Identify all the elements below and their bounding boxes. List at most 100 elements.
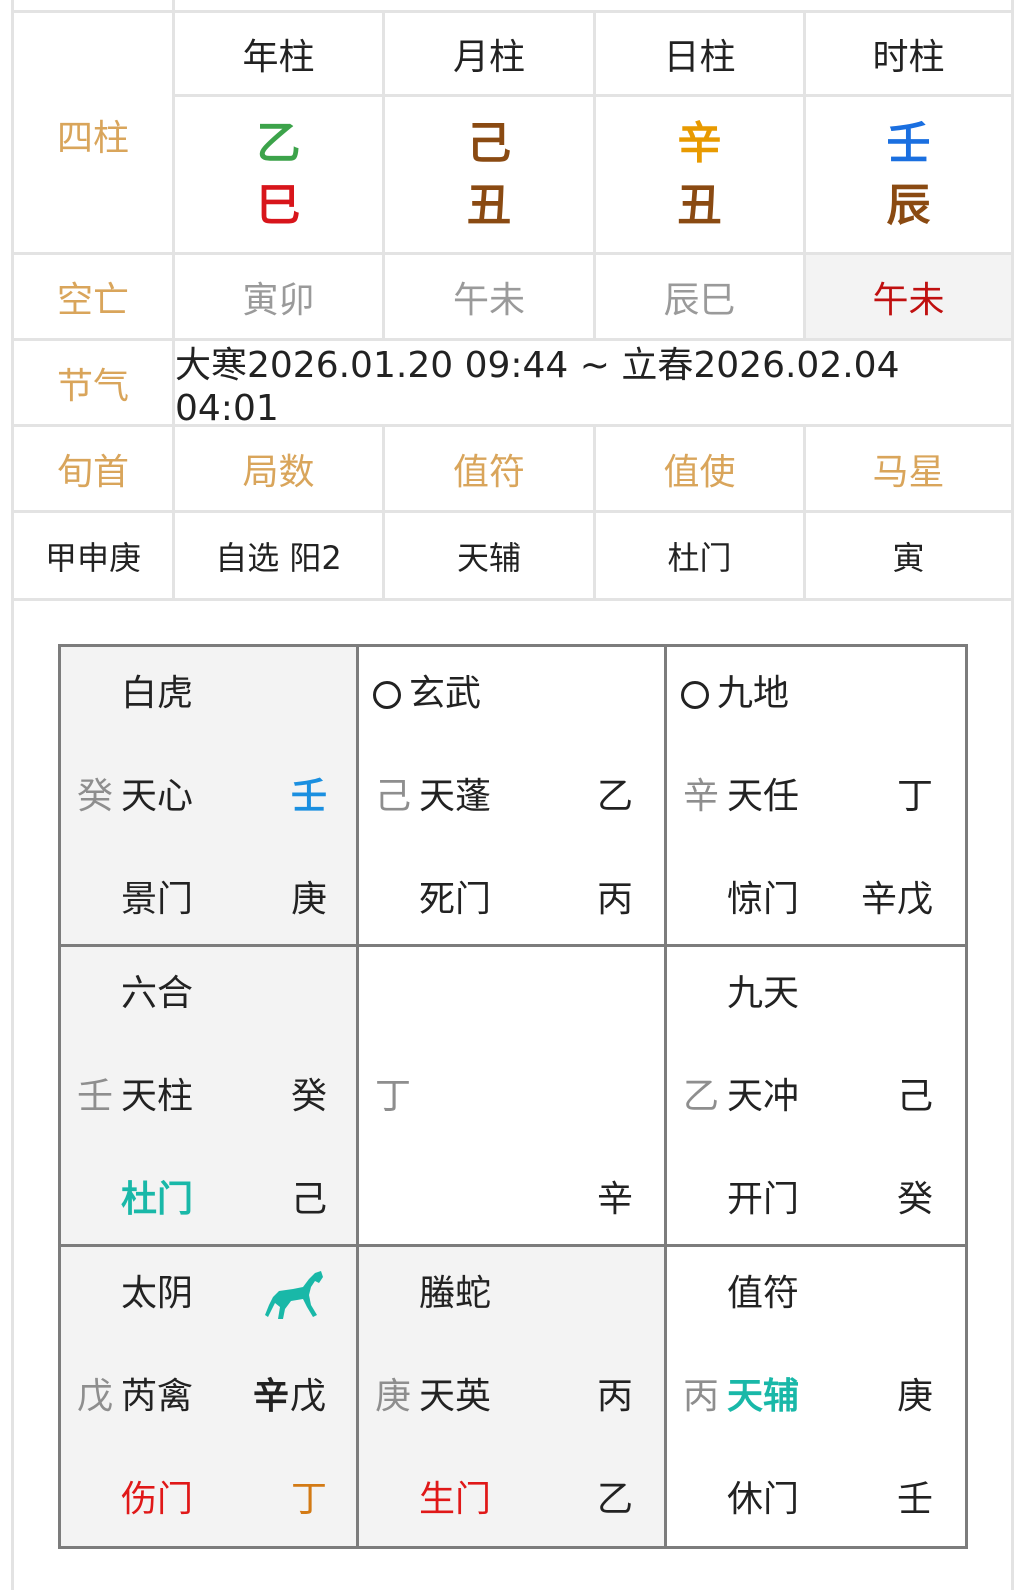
door-stem: 己 bbox=[291, 1179, 328, 1220]
pillar-stem: 乙 bbox=[256, 117, 301, 169]
star-stem-a: 辛 bbox=[253, 1376, 290, 1417]
star-label: 天辅 bbox=[727, 1376, 800, 1417]
star-label: 天任 bbox=[727, 776, 800, 817]
zhifu-label: 值符 bbox=[385, 427, 596, 510]
god-label-wrap: 九地 bbox=[681, 674, 789, 714]
header-hour: 时柱 bbox=[872, 36, 945, 78]
header-day: 日柱 bbox=[596, 13, 806, 94]
star-stem: 丙 bbox=[597, 1376, 634, 1417]
pillar-branch: 丑 bbox=[677, 179, 722, 231]
pillar-stem: 辛 bbox=[677, 117, 722, 169]
god-label: 值符 bbox=[727, 1273, 800, 1314]
star-stem: 癸 bbox=[291, 1076, 328, 1117]
xunshou-value: 甲申庚 bbox=[14, 513, 175, 598]
header-month: 月柱 bbox=[385, 13, 596, 94]
earth-stem: 壬 bbox=[77, 1076, 114, 1117]
star-stem: 己 bbox=[897, 1076, 934, 1117]
palace-nw: 白虎 癸 天心 壬 景门 庚 bbox=[61, 647, 359, 947]
god-label: 太阴 bbox=[121, 1273, 194, 1314]
pillar-branch: 丑 bbox=[467, 179, 511, 231]
star-label: 天心 bbox=[121, 776, 194, 817]
pillar-year: 乙巳 bbox=[175, 97, 385, 252]
star-label: 天英 bbox=[419, 1376, 492, 1417]
top-edge bbox=[14, 0, 1011, 13]
door-label: 杜门 bbox=[121, 1179, 194, 1220]
nine-palace-board: 白虎 癸 天心 壬 景门 庚 玄武 己 天蓬 乙 死门 丙 九地 辛 天任 丁 … bbox=[58, 644, 968, 1549]
earth-stem: 戊 bbox=[77, 1376, 114, 1417]
kongwang-circle-icon bbox=[373, 681, 401, 709]
center-bottom-stem: 辛 bbox=[597, 1179, 634, 1220]
center-stem: 丁 bbox=[375, 1076, 412, 1117]
star-label: 天冲 bbox=[727, 1076, 800, 1117]
jushu-label: 局数 bbox=[175, 427, 385, 510]
door-label: 惊门 bbox=[727, 879, 800, 920]
palace-center: 丁 辛 bbox=[359, 947, 667, 1247]
xunshou-label: 旬首 bbox=[14, 427, 175, 510]
jieqi-value: 大寒2026.01.20 09:44 ~ 立春2026.02.04 04:01 bbox=[175, 345, 900, 429]
earth-stem: 癸 bbox=[77, 776, 114, 817]
kongwang-hour: 午未 bbox=[806, 255, 1011, 338]
door-label: 死门 bbox=[419, 879, 492, 920]
pillar-branch: 巳 bbox=[256, 179, 301, 231]
pillar-day: 辛丑 bbox=[596, 97, 806, 252]
zhifu-value: 天辅 bbox=[385, 513, 596, 598]
door-label: 伤门 bbox=[121, 1479, 194, 1520]
door-label: 景门 bbox=[121, 879, 194, 920]
palace-s: 螣蛇 庚 天英 丙 生门 乙 bbox=[359, 1247, 667, 1546]
door-stem: 庚 bbox=[291, 879, 328, 920]
palace-ne: 九地 辛 天任 丁 惊门 辛戊 bbox=[667, 647, 965, 947]
jushu-value: 自选 阳2 bbox=[175, 513, 385, 598]
kongwang-label: 空亡 bbox=[14, 255, 175, 338]
zhishi-label: 值使 bbox=[596, 427, 806, 510]
earth-stem: 辛 bbox=[683, 776, 720, 817]
door-stem: 癸 bbox=[897, 1179, 934, 1220]
header-year: 年柱 bbox=[175, 13, 385, 94]
palace-se: 值符 丙 天辅 庚 休门 壬 bbox=[667, 1247, 965, 1546]
earth-stem: 丙 bbox=[683, 1376, 720, 1417]
door-stem: 壬 bbox=[897, 1479, 934, 1520]
door-stem: 丙 bbox=[597, 879, 634, 920]
door-label: 休门 bbox=[727, 1479, 800, 1520]
kongwang-year: 寅卯 bbox=[175, 255, 385, 338]
pillar-hour: 壬辰 bbox=[806, 97, 1011, 252]
god-label: 玄武 bbox=[409, 673, 482, 714]
star-stem: 庚 bbox=[897, 1376, 934, 1417]
kongwang-month: 午未 bbox=[385, 255, 596, 338]
earth-stem: 己 bbox=[375, 776, 412, 817]
god-label: 螣蛇 bbox=[419, 1273, 492, 1314]
door-label: 开门 bbox=[727, 1179, 800, 1220]
god-label: 九天 bbox=[727, 973, 800, 1014]
pillar-month: 己丑 bbox=[385, 97, 596, 252]
door-stem: 丁 bbox=[291, 1479, 328, 1520]
star-stem: 壬 bbox=[291, 776, 328, 817]
palace-e: 九天 乙 天冲 己 开门 癸 bbox=[667, 947, 965, 1247]
star-label: 芮禽 bbox=[121, 1376, 194, 1417]
star-stem: 乙 bbox=[597, 776, 634, 817]
palace-n: 玄武 己 天蓬 乙 死门 丙 bbox=[359, 647, 667, 947]
earth-stem: 庚 bbox=[375, 1376, 412, 1417]
pillar-branch: 辰 bbox=[886, 179, 931, 231]
jieqi-label: 节气 bbox=[14, 341, 175, 424]
sizhu-label: 四柱 bbox=[14, 13, 175, 252]
star-label: 天蓬 bbox=[419, 776, 492, 817]
earth-stem: 乙 bbox=[683, 1076, 720, 1117]
maxing-value: 寅 bbox=[892, 538, 925, 577]
pillar-stem: 壬 bbox=[886, 117, 931, 169]
zhishi-value: 杜门 bbox=[596, 513, 806, 598]
god-label-wrap: 玄武 bbox=[373, 674, 481, 714]
god-label: 白虎 bbox=[121, 673, 194, 714]
palace-w: 六合 壬 天柱 癸 杜门 己 bbox=[61, 947, 359, 1247]
horse-star-icon bbox=[265, 1271, 323, 1319]
kongwang-circle-icon bbox=[681, 681, 709, 709]
kongwang-day: 辰巳 bbox=[596, 255, 806, 338]
qimen-page: 四柱 年柱 月柱 日柱 时柱 乙巳 己丑 辛丑 壬辰 空亡 寅卯 午未 辰巳 午… bbox=[0, 0, 1034, 1590]
star-label: 天柱 bbox=[121, 1076, 194, 1117]
pillar-stem: 己 bbox=[467, 117, 511, 169]
god-label: 六合 bbox=[121, 973, 194, 1014]
maxing-label: 马星 bbox=[872, 451, 945, 493]
door-label: 生门 bbox=[419, 1479, 492, 1520]
door-stem: 辛戊 bbox=[861, 879, 934, 920]
palace-sw: 太阴 戊 芮禽 辛 戊 伤门 丁 bbox=[61, 1247, 359, 1546]
star-stem-b: 戊 bbox=[290, 1376, 327, 1417]
door-stem: 乙 bbox=[597, 1479, 634, 1520]
